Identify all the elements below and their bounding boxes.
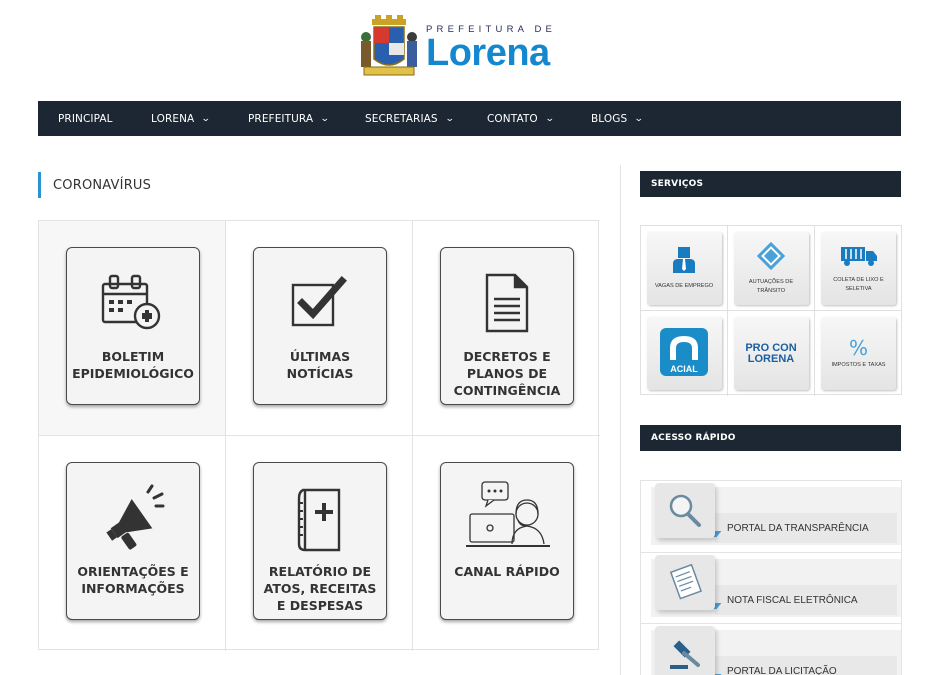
logo-lorena-text: Lorena	[426, 31, 550, 74]
nav-item-secretarias[interactable]: SECRETARIAS ⌄	[365, 113, 487, 125]
quick-link-label: PORTAL DA TRANSPARÊNCIA	[715, 513, 897, 543]
service-procon[interactable]: PRO CON LORENA	[733, 317, 809, 390]
tile-orientacoes[interactable]: ORIENTAÇÕES E INFORMAÇÕES	[66, 462, 200, 620]
section-title: CORONAVÍRUS	[38, 172, 151, 198]
nav-item-contato[interactable]: CONTATO ⌄	[487, 113, 591, 125]
services-grid: VAGAS DE EMPREGO AUTUAÇÕES DE TRÂNSITO C…	[640, 225, 902, 396]
megaphone-icon	[100, 473, 166, 563]
chevron-down-icon: ⌄	[544, 113, 555, 124]
nav-label: CONTATO	[487, 112, 538, 125]
tile-boletim[interactable]: BOLETIM EPIDEMIOLÓGICO	[66, 247, 200, 405]
coronavirus-tiles: BOLETIM EPIDEMIOLÓGICO ÚLTIMAS NOTÍCIAS	[38, 220, 600, 651]
nav-item-blogs[interactable]: BLOGS ⌄	[591, 113, 671, 125]
tile-label: CANAL RÁPIDO	[454, 564, 560, 579]
service-autuacoes-transito[interactable]: AUTUAÇÕES DE TRÂNSITO	[733, 231, 809, 305]
procon-text: PRO CON LORENA	[745, 341, 797, 365]
service-vagas-emprego[interactable]: VAGAS DE EMPREGO	[646, 231, 722, 305]
site-logo[interactable]: PREFEITURA DE Lorena	[358, 14, 580, 80]
tile-canal-rapido[interactable]: CANAL RÁPIDO	[440, 462, 574, 620]
tile-ultimas-noticias[interactable]: ÚLTIMAS NOTÍCIAS	[253, 247, 387, 405]
tile-relatorio[interactable]: RELATÓRIO DE ATOS, RECEITAS E DESPESAS	[253, 462, 387, 620]
tile-label: ÚLTIMAS NOTÍCIAS	[286, 349, 354, 381]
service-label: AUTUAÇÕES DE TRÂNSITO	[748, 278, 794, 294]
nav-item-principal[interactable]: PRINCIPAL	[58, 113, 151, 125]
magnifier-icon	[655, 483, 715, 538]
invoice-icon	[655, 555, 715, 610]
procon-logo: PRO CON LORENA	[745, 341, 797, 365]
nav-label: SECRETARIAS	[365, 112, 438, 125]
chevron-down-icon: ⌄	[320, 113, 330, 124]
city-crest-icon	[358, 15, 420, 79]
service-label: COLETA DE LIXO E SELETIVA	[833, 276, 884, 292]
acial-logo: ACIAL	[658, 326, 710, 382]
quick-link-label: NOTA FISCAL ELETRÔNICA	[715, 585, 897, 615]
checkbox-icon	[288, 258, 352, 348]
quick-link-label: PORTAL DA LICITAÇÃO	[715, 656, 897, 675]
traffic-sign-icon	[756, 241, 786, 275]
percent-icon: %	[848, 335, 868, 360]
nav-item-lorena[interactable]: LORENA ⌄	[151, 113, 248, 125]
nav-label: BLOGS	[591, 112, 628, 125]
service-impostos[interactable]: % IMPOSTOS E TAXAS	[821, 317, 896, 390]
quick-link-transparencia[interactable]: PORTAL DA TRANSPARÊNCIA	[640, 480, 902, 552]
service-coleta-lixo[interactable]: COLETA DE LIXO E SELETIVA	[821, 231, 896, 305]
quick-link-nota-fiscal[interactable]: NOTA FISCAL ELETRÔNICA	[640, 552, 902, 624]
tile-label: ORIENTAÇÕES E INFORMAÇÕES	[77, 564, 189, 596]
service-label: VAGAS DE EMPREGO	[654, 283, 714, 289]
tile-label: DECRETOS E PLANOS DE CONTINGÊNCIA	[453, 349, 561, 398]
quick-link-licitacao[interactable]: PORTAL DA LICITAÇÃO	[640, 623, 902, 675]
services-header: SERVIÇOS	[640, 171, 901, 197]
chevron-down-icon: ⌄	[201, 113, 212, 124]
chevron-down-icon: ⌄	[634, 113, 645, 124]
tile-decretos[interactable]: DECRETOS E PLANOS DE CONTINGÊNCIA	[440, 247, 574, 405]
tile-label: RELATÓRIO DE ATOS, RECEITAS E DESPESAS	[263, 564, 377, 613]
document-icon	[481, 258, 533, 348]
gavel-icon	[655, 626, 715, 675]
service-label: IMPOSTOS E TAXAS	[831, 361, 886, 368]
main-navigation: PRINCIPAL LORENA ⌄ PREFEITURA ⌄ SECRETARIA…	[38, 101, 901, 136]
worker-icon	[669, 245, 699, 279]
calendar-plus-icon	[97, 258, 169, 348]
svg-text:ACIAL: ACIAL	[670, 364, 698, 374]
garbage-truck-icon	[839, 243, 879, 273]
nav-label: PRINCIPAL	[58, 112, 113, 125]
nav-item-prefeitura[interactable]: PREFEITURA ⌄	[248, 113, 365, 125]
service-acial[interactable]: ACIAL	[646, 317, 722, 390]
quick-access-header: ACESSO RÁPIDO	[640, 425, 901, 451]
column-divider	[620, 165, 621, 675]
chevron-down-icon: ⌄	[444, 113, 455, 124]
support-agent-icon	[462, 473, 552, 563]
tile-label: BOLETIM EPIDEMIOLÓGICO	[72, 349, 194, 381]
nav-label: PREFEITURA	[248, 112, 314, 125]
nav-label: LORENA	[151, 112, 195, 125]
medical-book-icon	[295, 473, 345, 563]
